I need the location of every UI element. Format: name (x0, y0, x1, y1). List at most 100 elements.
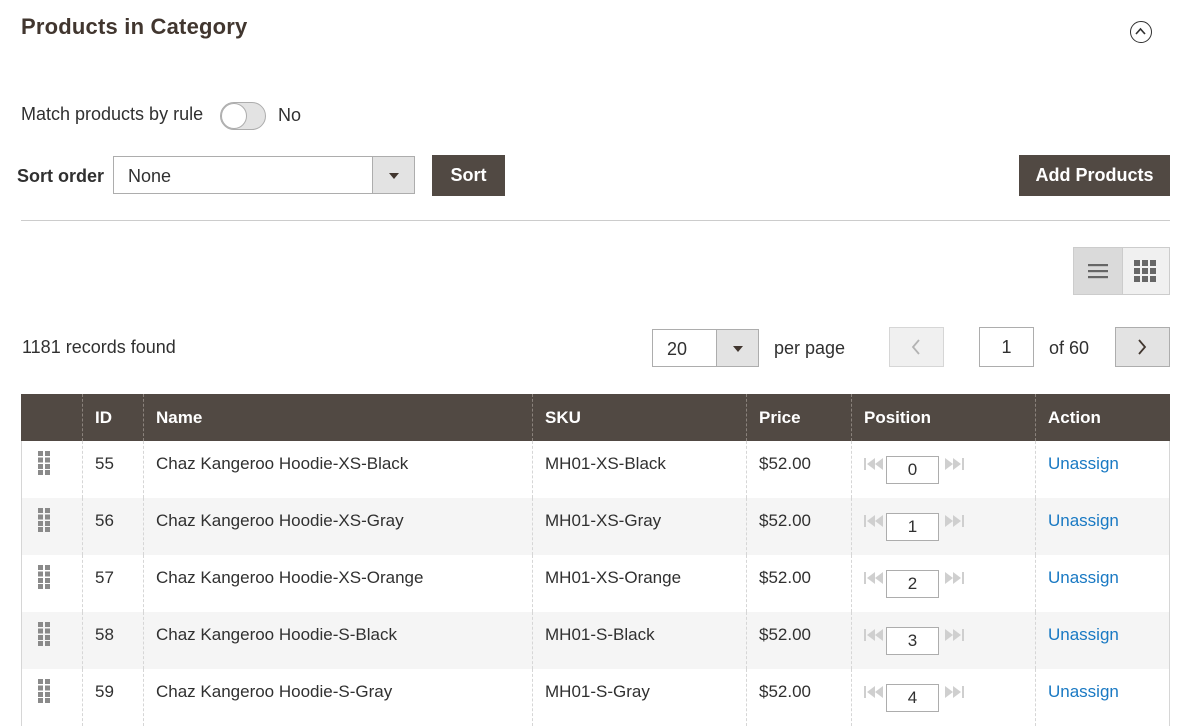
cell-position (851, 498, 1036, 555)
cell-name: Chaz Kangeroo Hoodie-XS-Orange (143, 555, 533, 612)
cell-id: 59 (82, 669, 144, 726)
drag-cell (21, 498, 83, 555)
drag-cell (21, 612, 83, 669)
cell-price: $52.00 (746, 498, 852, 555)
page-number-input[interactable] (979, 327, 1034, 367)
dropdown-caret-icon (388, 173, 399, 179)
section-title: Products in Category (21, 14, 248, 39)
unassign-link[interactable]: Unassign (1048, 568, 1119, 587)
unassign-link[interactable]: Unassign (1048, 454, 1119, 473)
cell-id: 58 (82, 612, 144, 669)
cell-action: Unassign (1035, 669, 1170, 726)
cell-price: $52.00 (746, 441, 852, 498)
collapse-up-icon (1135, 27, 1146, 35)
cell-id: 55 (82, 441, 144, 498)
list-view-button[interactable] (1074, 248, 1123, 294)
dropdown-caret-icon (732, 346, 743, 352)
column-action: Action (1035, 394, 1170, 441)
cell-id: 56 (82, 498, 144, 555)
move-to-top-icon[interactable] (864, 628, 884, 642)
move-to-top-icon[interactable] (864, 514, 884, 528)
column-price[interactable]: Price (746, 394, 852, 441)
move-to-bottom-icon[interactable] (944, 514, 964, 528)
drag-cell (21, 555, 83, 612)
cell-name: Chaz Kangeroo Hoodie-S-Black (143, 612, 533, 669)
drag-handle-icon[interactable] (38, 622, 50, 646)
drag-cell (21, 441, 83, 498)
move-to-top-icon[interactable] (864, 571, 884, 585)
cell-sku: MH01-XS-Black (532, 441, 747, 498)
grid-view-icon (1134, 260, 1156, 282)
move-to-top-icon[interactable] (864, 457, 884, 471)
cell-action: Unassign (1035, 498, 1170, 555)
collapse-button[interactable] (1130, 21, 1152, 43)
drag-cell (21, 669, 83, 726)
cell-name: Chaz Kangeroo Hoodie-XS-Black (143, 441, 533, 498)
move-to-bottom-icon[interactable] (944, 628, 964, 642)
next-page-button[interactable] (1115, 327, 1170, 367)
unassign-link[interactable]: Unassign (1048, 511, 1119, 530)
per-page-select[interactable]: 20 (652, 329, 759, 367)
unassign-link[interactable]: Unassign (1048, 682, 1119, 701)
cell-name: Chaz Kangeroo Hoodie-S-Gray (143, 669, 533, 726)
position-input[interactable] (886, 684, 939, 712)
cell-action: Unassign (1035, 612, 1170, 669)
grid-view-button[interactable] (1122, 248, 1170, 294)
cell-price: $52.00 (746, 612, 852, 669)
cell-position (851, 441, 1036, 498)
move-to-bottom-icon[interactable] (944, 685, 964, 699)
grid-header-row: ID Name SKU Price Position Action (21, 394, 1170, 441)
match-rule-toggle[interactable] (220, 102, 266, 130)
table-row: 57 Chaz Kangeroo Hoodie-XS-Orange MH01-X… (21, 555, 1170, 612)
divider (21, 220, 1170, 221)
column-drag (21, 394, 83, 441)
move-to-bottom-icon[interactable] (944, 571, 964, 585)
position-input[interactable] (886, 570, 939, 598)
products-grid: ID Name SKU Price Position Action 55 Cha… (21, 394, 1170, 726)
drag-handle-icon[interactable] (38, 565, 50, 589)
sort-order-select[interactable]: None (113, 156, 415, 194)
page-total: of 60 (1049, 338, 1090, 358)
cell-name: Chaz Kangeroo Hoodie-XS-Gray (143, 498, 533, 555)
column-sku[interactable]: SKU (532, 394, 747, 441)
move-to-bottom-icon[interactable] (944, 457, 964, 471)
column-position[interactable]: Position (851, 394, 1036, 441)
chevron-left-icon (911, 339, 920, 355)
drag-handle-icon[interactable] (38, 451, 50, 475)
column-id[interactable]: ID (82, 394, 144, 441)
cell-action: Unassign (1035, 555, 1170, 612)
table-row: 58 Chaz Kangeroo Hoodie-S-Black MH01-S-B… (21, 612, 1170, 669)
sort-order-value: None (128, 166, 172, 186)
cell-sku: MH01-XS-Orange (532, 555, 747, 612)
per-page-value: 20 (667, 339, 688, 359)
cell-position (851, 612, 1036, 669)
position-input[interactable] (886, 627, 939, 655)
sort-order-dropdown-arrow[interactable] (372, 157, 414, 193)
cell-sku: MH01-S-Black (532, 612, 747, 669)
view-switcher (1073, 247, 1170, 295)
toggle-knob (221, 103, 247, 129)
drag-handle-icon[interactable] (38, 508, 50, 532)
cell-price: $52.00 (746, 555, 852, 612)
match-rule-label: Match products by rule (21, 104, 204, 124)
add-products-button[interactable]: Add Products (1019, 155, 1170, 196)
move-to-top-icon[interactable] (864, 685, 884, 699)
sort-order-label: Sort order (17, 166, 105, 186)
previous-page-button[interactable] (889, 327, 944, 367)
cell-id: 57 (82, 555, 144, 612)
match-rule-value: No (278, 105, 302, 125)
per-page-dropdown-arrow[interactable] (716, 330, 758, 366)
list-view-icon (1088, 264, 1108, 279)
cell-position (851, 555, 1036, 612)
table-row: 56 Chaz Kangeroo Hoodie-XS-Gray MH01-XS-… (21, 498, 1170, 555)
position-input[interactable] (886, 456, 939, 484)
table-row: 59 Chaz Kangeroo Hoodie-S-Gray MH01-S-Gr… (21, 669, 1170, 726)
unassign-link[interactable]: Unassign (1048, 625, 1119, 644)
cell-sku: MH01-S-Gray (532, 669, 747, 726)
sort-button[interactable]: Sort (432, 155, 505, 196)
position-input[interactable] (886, 513, 939, 541)
drag-handle-icon[interactable] (38, 679, 50, 703)
cell-sku: MH01-XS-Gray (532, 498, 747, 555)
column-name[interactable]: Name (143, 394, 533, 441)
cell-position (851, 669, 1036, 726)
